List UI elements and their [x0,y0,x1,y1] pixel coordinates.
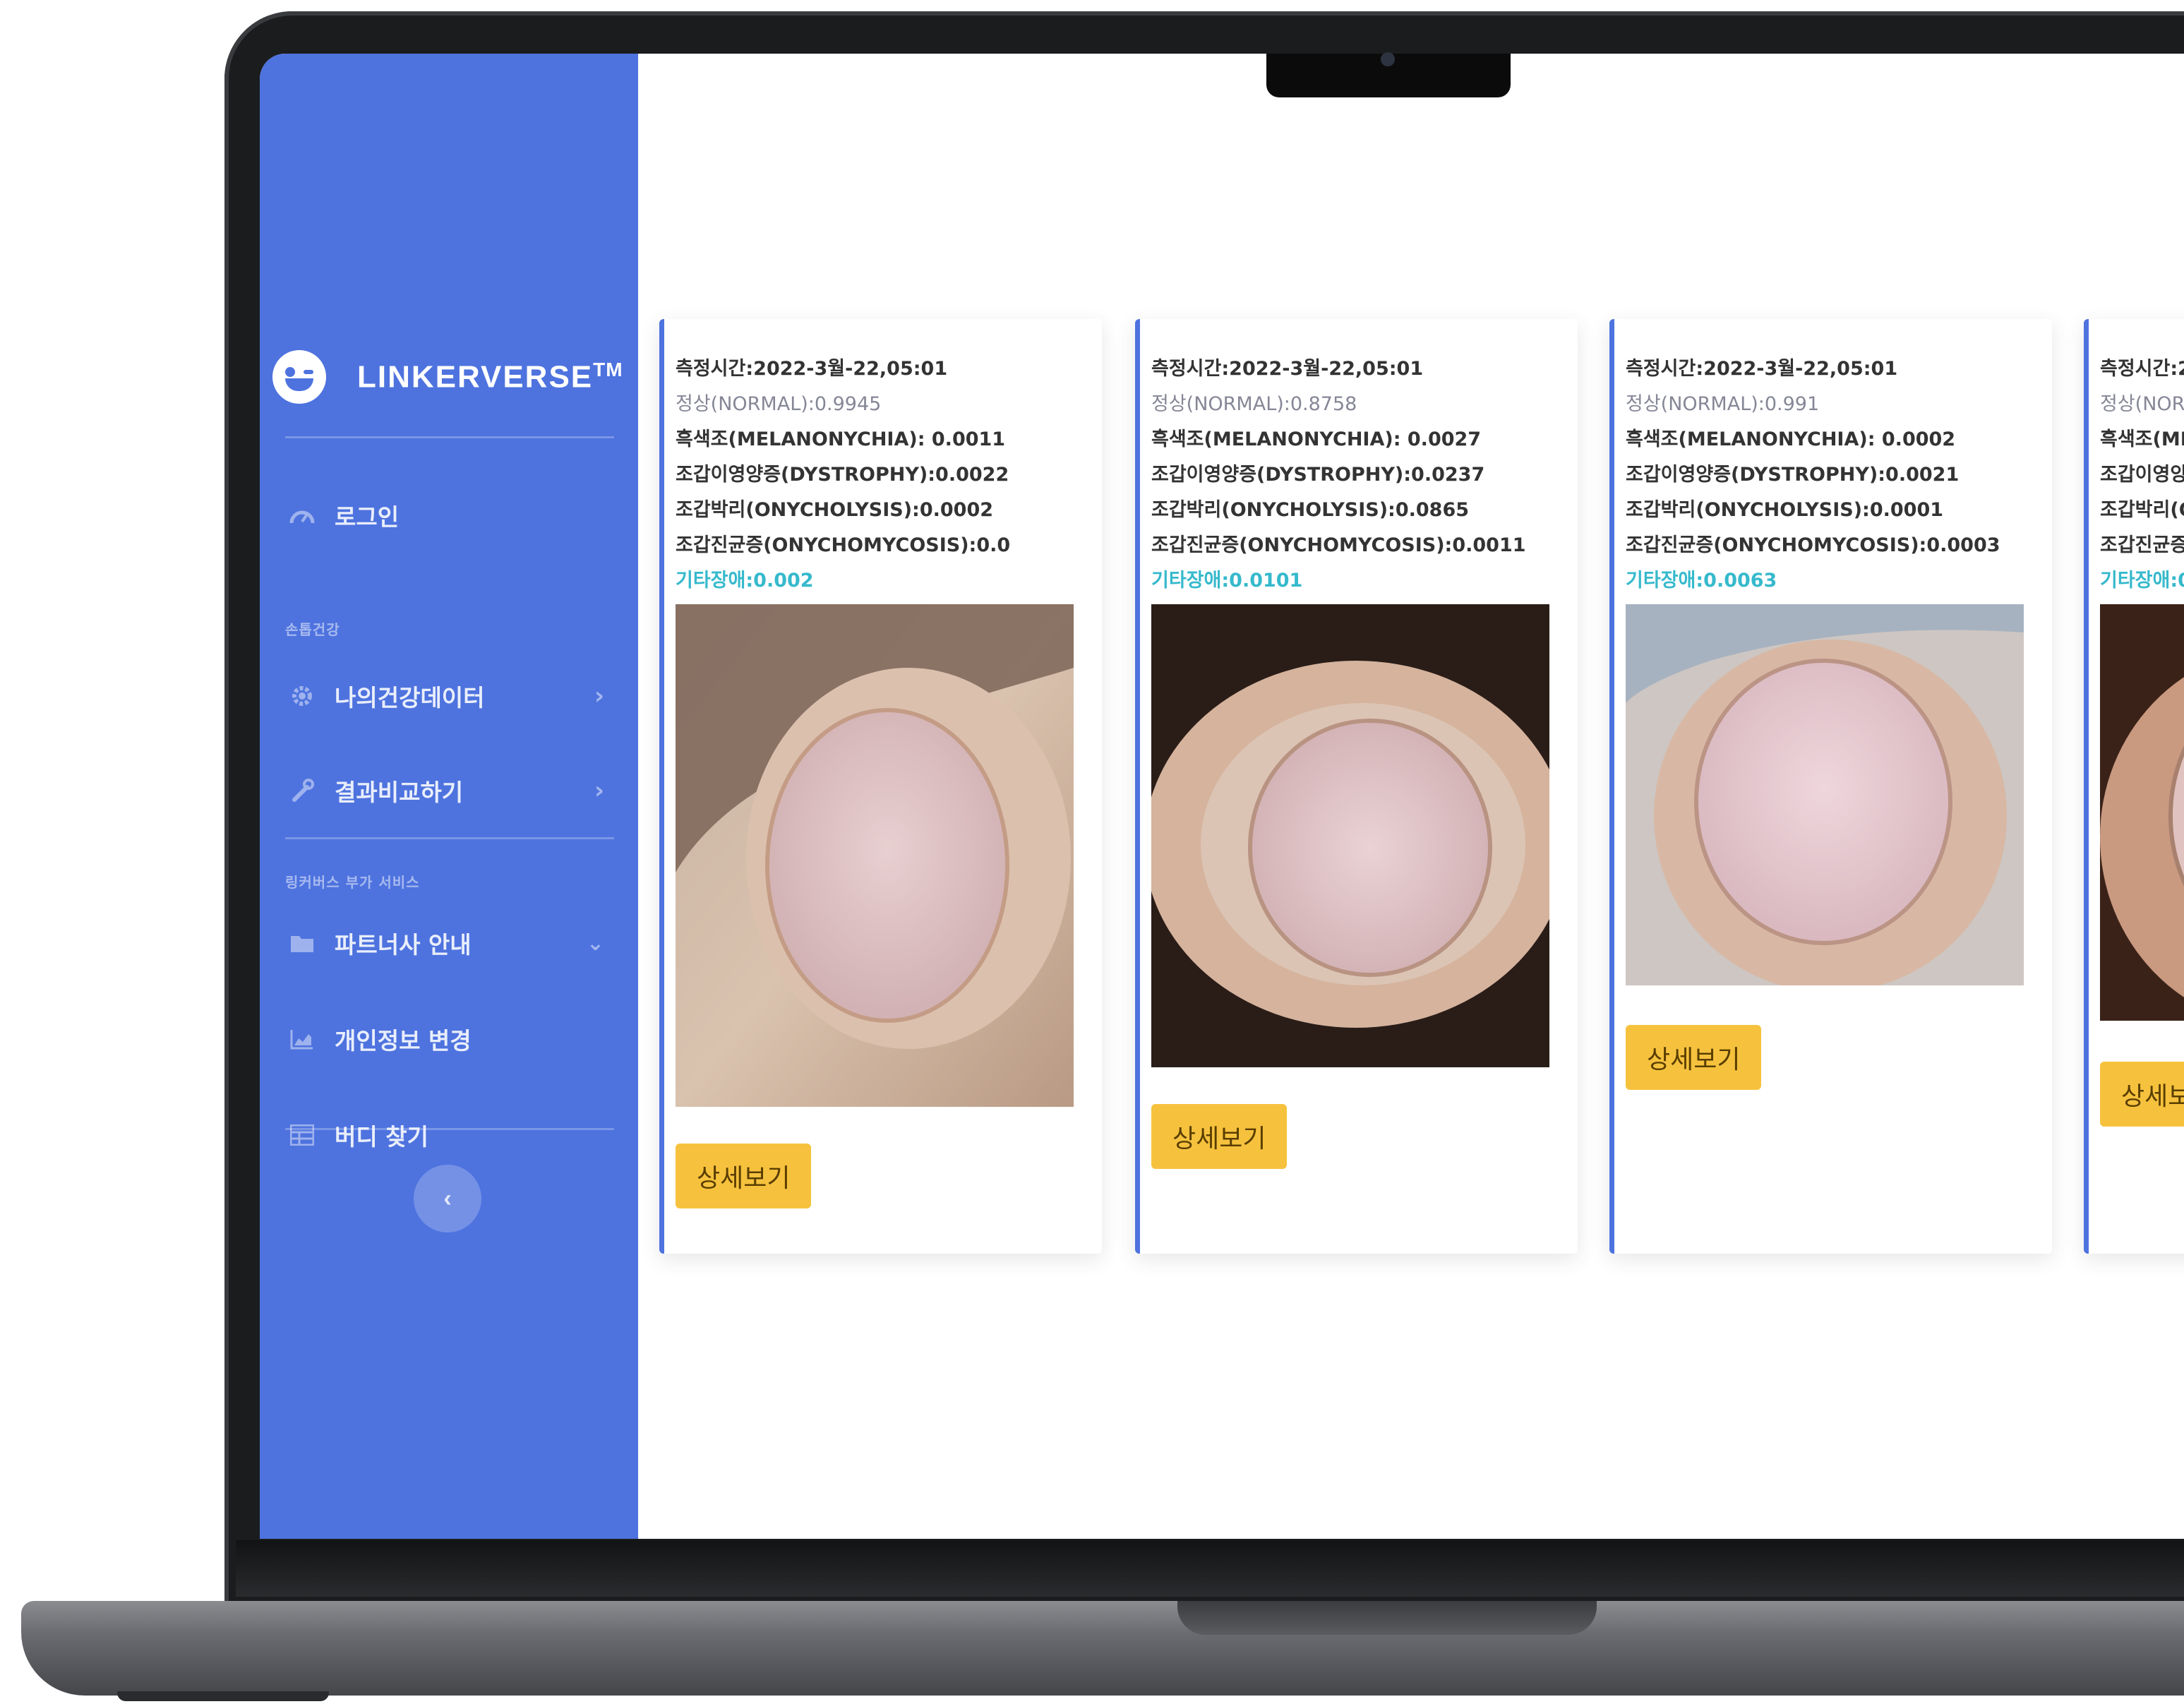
normal-score: 정상(NORMAL):0.991 [1626,393,1820,415]
section-heading-nail-health: 손톱건강 [285,621,340,638]
chevron-right-icon: › [594,682,604,710]
dystrophy-score: 조갑이영양증(DYSTROPHY):0.0237 [1151,464,1485,486]
measure-time: 측정시간:2022-3월-22,05:01 [1626,358,1898,380]
normal-score: 정상(NORMAL):0.8758 [1151,393,1357,415]
detail-button[interactable]: 상세보 [2100,1062,2184,1127]
measure-time: 측정시간:2022-3월-22,05:01 [1151,358,1424,380]
onychomycosis-score: 조갑진균증(ONYCHOMYCOSIS):0.0011 [1151,534,1526,556]
sidebar-item-compare-results[interactable]: 결과비교하기 › [288,762,620,819]
result-card: 측정시간:2022-3월-22,05:01 정상(NORMAL):0.991 흑… [1609,319,2052,1254]
sidebar-item-label: 개인정보 변경 [335,1027,472,1055]
other-disorder-score: 기타장애:0.002 [676,570,814,592]
nail-photo [676,604,1074,1107]
other-disorder-score: 기타장애:0.0063 [1626,570,1777,592]
detail-button[interactable]: 상세보기 [1151,1104,1288,1169]
table-icon [288,1121,316,1149]
result-card: 측정시간:2022-3월-22,05:01 정상(NORMAL):0.8758 … [1135,319,1578,1254]
sidebar: LINKERVERSETM 로그인 손톱건강 나의건강데이터 › 결과비교하기 … [260,54,638,1539]
result-lines: 측정시간:2022-3월-22,05:01 정상(NORMAL):0.8758 … [1151,352,1575,599]
brand[interactable]: LINKERVERSETM [272,349,623,405]
detail-button[interactable]: 상세보기 [1626,1025,1762,1090]
cog-icon [288,682,316,710]
section-heading-extra-services: 링커버스 부가 서비스 [285,874,420,891]
nail-photo [1626,604,2024,985]
detail-button[interactable]: 상세보기 [676,1144,812,1208]
sidebar-item-partners[interactable]: 파트너사 안내 ⌄ [288,915,620,971]
chart-area-icon [288,1025,316,1053]
laptop-foot [117,1691,329,1701]
folder-icon [288,929,316,957]
chevron-right-icon: › [594,776,604,805]
camera-icon [1381,52,1395,66]
sidebar-item-label: 파트너사 안내 [335,931,472,959]
other-disorder-score: 기타장애:0.0101 [1151,570,1303,592]
onycholysis-score: 조갑박리(ONYCHOLYSIS):0.0002 [676,499,994,521]
onycholysis-score: 조갑박리(O [2100,499,2184,521]
nail-photo [1151,604,1549,1067]
brand-name: LINKERVERSETM [357,359,623,395]
chevron-down-icon: ⌄ [586,930,604,956]
melanonychia-score: 흑색조(MELANONYCHIA): 0.0027 [1151,428,1482,450]
dystrophy-score: 조갑이영양증(DYSTROPHY):0.0022 [676,464,1009,486]
result-lines: 측정시간:2022-3월-22,05:01 정상(NORMAL):0.991 흑… [1626,352,2049,599]
laptop-hinge-cutout [1177,1601,1597,1635]
normal-score: 정상(NORMAL):0.9945 [676,393,882,415]
sidebar-item-label: 로그인 [335,503,400,531]
nail-photo [2100,604,2184,1021]
sidebar-divider [285,436,614,438]
measure-time: 측정시간:2 [2100,358,2184,380]
tachometer-icon [288,501,316,529]
measure-time: 측정시간:2022-3월-22,05:01 [676,358,948,380]
laugh-wink-icon [272,350,326,404]
sidebar-divider [285,837,614,839]
onychomycosis-score: 조갑진균증( [2100,534,2184,556]
result-card: 측정시간:2 정상(NOR 흑색조(ME 조갑이영양 조갑박리(O 조갑진균증(… [2084,319,2184,1254]
app-screen: LINKERVERSETM 로그인 손톱건강 나의건강데이터 › 결과비교하기 … [260,54,2184,1539]
onychomycosis-score: 조갑진균증(ONYCHOMYCOSIS):0.0 [676,534,1011,556]
result-lines: 측정시간:2 정상(NOR 흑색조(ME 조갑이영양 조갑박리(O 조갑진균증(… [2100,352,2184,599]
dystrophy-score: 조갑이영양증(DYSTROPHY):0.0021 [1626,464,1960,486]
sidebar-divider [285,1128,614,1130]
sidebar-item-find-buddy[interactable]: 버디 찾기 [288,1107,620,1163]
chevron-left-icon: ‹ [443,1184,452,1212]
onycholysis-score: 조갑박리(ONYCHOLYSIS):0.0865 [1151,499,1470,521]
other-disorder-score: 기타장애:0. [2100,570,2184,592]
wrench-icon [288,776,316,805]
screen-chin [236,1540,2184,1597]
sidebar-item-label: 결과비교하기 [335,779,464,806]
sidebar-toggle-button[interactable]: ‹ [414,1165,481,1232]
melanonychia-score: 흑색조(ME [2100,428,2184,450]
onychomycosis-score: 조갑진균증(ONYCHOMYCOSIS):0.0003 [1626,534,2000,556]
normal-score: 정상(NOR [2100,393,2184,415]
laptop-base [21,1601,2184,1696]
sidebar-item-label: 버디 찾기 [335,1123,428,1151]
sidebar-item-edit-profile[interactable]: 개인정보 변경 [288,1011,620,1067]
sidebar-item-login[interactable]: 로그인 [288,487,620,544]
result-lines: 측정시간:2022-3월-22,05:01 정상(NORMAL):0.9945 … [676,352,1099,599]
result-card: 측정시간:2022-3월-22,05:01 정상(NORMAL):0.9945 … [659,319,1102,1254]
melanonychia-score: 흑색조(MELANONYCHIA): 0.0002 [1626,428,1956,450]
dystrophy-score: 조갑이영양 [2100,464,2184,486]
onycholysis-score: 조갑박리(ONYCHOLYSIS):0.0001 [1626,499,1944,521]
melanonychia-score: 흑색조(MELANONYCHIA): 0.0011 [676,428,1006,450]
sidebar-item-my-health-data[interactable]: 나의건강데이터 › [288,668,620,724]
sidebar-item-label: 나의건강데이터 [335,684,485,712]
